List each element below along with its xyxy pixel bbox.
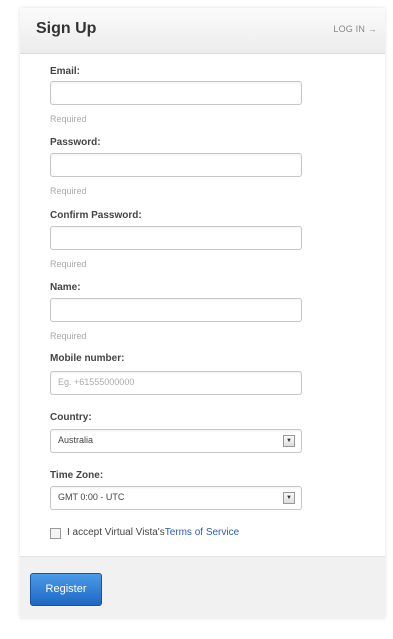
password-required-hint: Required [50, 186, 87, 196]
country-select[interactable]: Australia ▼ [50, 429, 302, 453]
confirm-password-field[interactable] [50, 226, 302, 250]
confirm-password-label: Confirm Password: [50, 210, 142, 221]
email-label: Email: [50, 66, 81, 77]
panel-header: Sign Up LOG IN → [20, 8, 385, 54]
name-field[interactable] [50, 298, 302, 322]
login-link[interactable]: LOG IN → [333, 24, 377, 34]
mobile-placeholder: Eg. +61555000000 [58, 377, 135, 387]
register-button[interactable]: Register [30, 573, 102, 606]
mobile-field[interactable]: Eg. +61555000000 [50, 371, 302, 395]
form-footer: Register [20, 556, 385, 619]
dropdown-arrow-icon[interactable]: ▼ [283, 492, 295, 504]
login-label: LOG IN [333, 24, 366, 34]
confirm-password-required-hint: Required [50, 259, 87, 269]
timezone-selected: GMT 0:00 - UTC [58, 492, 125, 502]
timezone-select[interactable]: GMT 0:00 - UTC ▼ [50, 486, 302, 510]
terms-text: I accept Virtual Vista'sTerms of Service [67, 527, 239, 538]
page-title: Sign Up [36, 20, 97, 37]
country-label: Country: [50, 412, 92, 423]
name-required-hint: Required [50, 331, 87, 341]
password-field[interactable] [50, 153, 302, 177]
country-selected: Australia [58, 435, 94, 445]
timezone-label: Time Zone: [50, 470, 104, 481]
terms-checkbox[interactable] [50, 528, 61, 539]
password-label: Password: [50, 137, 101, 148]
terms-label: I accept Virtual Vista's [67, 527, 165, 538]
arrow-right-icon: → [367, 24, 377, 34]
mobile-label: Mobile number: [50, 353, 125, 364]
email-required-hint: Required [50, 114, 87, 124]
signup-panel: Sign Up LOG IN → Email: Required Passwor… [20, 8, 385, 619]
terms-of-service-link[interactable]: Terms of Service [165, 527, 239, 538]
email-field[interactable] [50, 81, 302, 105]
name-label: Name: [50, 282, 81, 293]
dropdown-arrow-icon[interactable]: ▼ [283, 435, 295, 447]
